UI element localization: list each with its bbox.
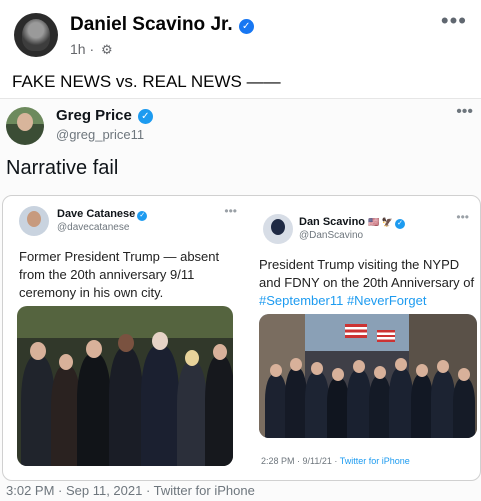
post-author-name[interactable]: Daniel Scavino Jr. xyxy=(70,14,233,35)
left-card-text: Former President Trump — absent from the… xyxy=(19,249,220,300)
right-card-author-name: Dan Scavino xyxy=(299,216,366,228)
left-card-avatar xyxy=(19,206,49,236)
hashtag-september11[interactable]: #September11 xyxy=(259,293,343,308)
left-quoted-tweet: Dave Catanese ✓ @davecatanese ••• Former … xyxy=(9,202,243,474)
post-header: Daniel Scavino Jr. ✓ 1h · ⚙ ••• xyxy=(0,0,481,64)
post-text: FAKE NEWS vs. REAL NEWS —— xyxy=(12,72,281,91)
right-card-author: Dan Scavino 🇺🇸 🦅 ✓ xyxy=(299,216,406,229)
quoted-cards-container: Dave Catanese ✓ @davecatanese ••• Former … xyxy=(2,195,481,481)
tweet-handle: @greg_price11 xyxy=(56,127,145,142)
tweet-author-avatar xyxy=(6,107,44,145)
post-author[interactable]: Daniel Scavino Jr. ✓ xyxy=(70,14,254,36)
gear-icon: ⚙ xyxy=(101,42,113,57)
right-card-more-icon: ••• xyxy=(456,210,469,224)
left-card-handle: @davecatanese xyxy=(57,222,130,233)
left-card-author: Dave Catanese ✓ xyxy=(57,208,148,221)
right-quoted-tweet: Dan Scavino 🇺🇸 🦅 ✓ @DanScavino ••• Presid… xyxy=(249,202,477,474)
left-card-author-name: Dave Catanese xyxy=(57,208,136,220)
verified-badge-icon: ✓ xyxy=(238,19,254,34)
right-card-author-flags: 🇺🇸 🦅 xyxy=(368,217,394,227)
right-card-time: 2:28 PM · 9/11/21 · xyxy=(261,456,340,466)
right-card-source: Twitter for iPhone xyxy=(339,456,410,466)
tweet-author-name: Greg Price xyxy=(56,107,132,124)
tweet-timestamp: 3:02 PM · Sep 11, 2021 · Twitter for iPh… xyxy=(6,483,255,498)
verified-badge-icon: ✓ xyxy=(395,219,406,229)
embedded-tweet-image: Greg Price ✓ @greg_price11 ••• Narrative … xyxy=(0,98,481,501)
right-card-meta: 2:28 PM · 9/11/21 · Twitter for iPhone xyxy=(261,456,410,466)
right-card-text-body: President Trump visiting the NYPD and FD… xyxy=(259,257,475,290)
right-card-photo xyxy=(259,314,477,438)
right-card-handle: @DanScavino xyxy=(299,230,364,241)
right-card-avatar xyxy=(263,214,293,244)
left-card-photo xyxy=(17,306,233,466)
verified-badge-icon: ✓ xyxy=(137,211,148,221)
tweet-author: Greg Price ✓ xyxy=(56,107,153,124)
verified-badge-icon: ✓ xyxy=(137,109,153,124)
tweet-text: Narrative fail xyxy=(6,157,119,179)
meta-separator: · xyxy=(89,41,95,57)
more-options-button[interactable]: ••• xyxy=(441,8,467,34)
left-card-more-icon: ••• xyxy=(224,204,237,218)
right-card-text: President Trump visiting the NYPD and FD… xyxy=(259,256,475,310)
hashtag-neverforget[interactable]: #NeverForget xyxy=(347,293,426,308)
tweet-more-icon: ••• xyxy=(456,103,473,120)
post-meta: 1h · ⚙ xyxy=(70,41,113,58)
post-time[interactable]: 1h xyxy=(70,41,86,57)
avatar[interactable] xyxy=(14,13,58,57)
